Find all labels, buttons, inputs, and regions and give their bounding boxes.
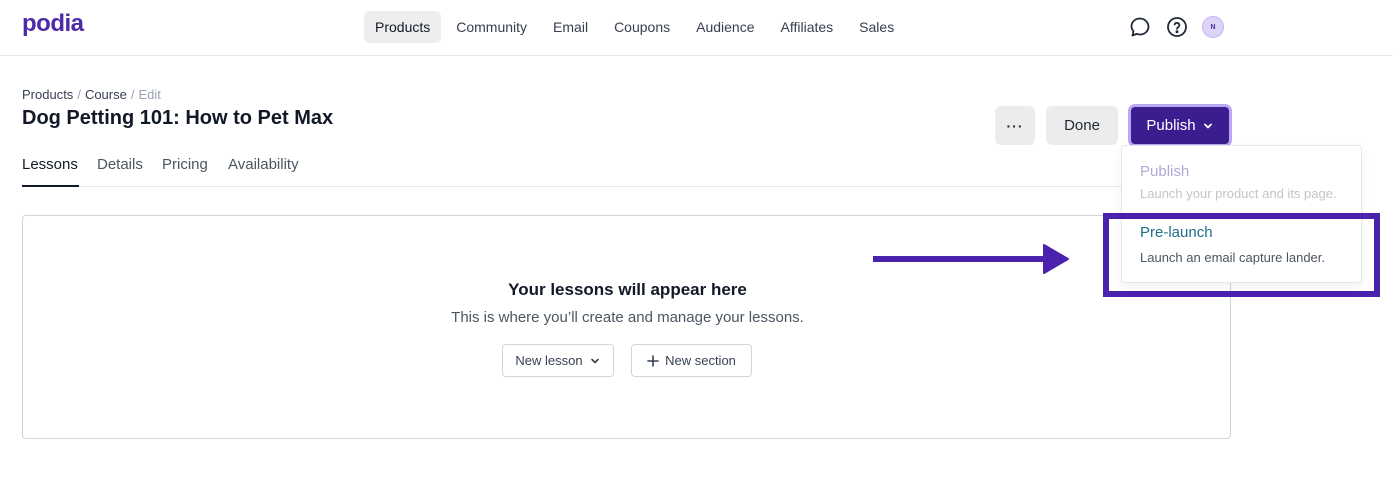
nav-affiliates[interactable]: Affiliates bbox=[770, 11, 845, 43]
publish-button-label: Publish bbox=[1146, 117, 1196, 134]
tab-bar: Lessons Details Pricing Availability bbox=[22, 154, 1122, 187]
nav-coupons[interactable]: Coupons bbox=[603, 11, 681, 43]
done-button[interactable]: Done bbox=[1046, 106, 1118, 145]
menu-item-publish: Publish Launch your product and its page… bbox=[1140, 163, 1337, 201]
new-section-label: New section bbox=[665, 353, 736, 368]
breadcrumb-edit: Edit bbox=[138, 87, 161, 102]
nav-products[interactable]: Products bbox=[364, 11, 442, 43]
tab-availability[interactable]: Availability bbox=[228, 156, 299, 173]
breadcrumb-products[interactable]: Products bbox=[22, 87, 73, 102]
podia-logo[interactable]: podia bbox=[22, 10, 84, 38]
help-icon[interactable] bbox=[1165, 15, 1189, 39]
nav-sales[interactable]: Sales bbox=[848, 11, 905, 43]
more-options-button[interactable]: ··· bbox=[995, 106, 1035, 145]
chevron-down-icon bbox=[1203, 123, 1212, 128]
nav-audience[interactable]: Audience bbox=[685, 11, 765, 43]
new-section-button[interactable]: New section bbox=[631, 344, 752, 377]
chevron-down-icon bbox=[590, 358, 599, 363]
avatar[interactable]: N bbox=[1202, 16, 1224, 38]
annotation-highlight-box bbox=[1103, 213, 1380, 297]
page-title: Dog Petting 101: How to Pet Max bbox=[22, 107, 334, 129]
main-nav: Products Community Email Coupons Audienc… bbox=[364, 11, 905, 43]
breadcrumb: Products / Course / Edit bbox=[22, 87, 161, 102]
nav-community[interactable]: Community bbox=[445, 11, 538, 43]
active-tab-indicator bbox=[22, 185, 79, 187]
breadcrumb-course[interactable]: Course bbox=[85, 87, 127, 102]
new-lesson-button[interactable]: New lesson bbox=[502, 344, 614, 377]
plus-icon bbox=[647, 354, 659, 367]
empty-state-title: Your lessons will appear here bbox=[508, 280, 747, 299]
tab-lessons[interactable]: Lessons bbox=[22, 156, 78, 173]
publish-button[interactable]: Publish bbox=[1128, 104, 1232, 147]
breadcrumb-separator: / bbox=[77, 87, 81, 102]
new-lesson-label: New lesson bbox=[515, 353, 583, 368]
top-navigation: podia Products Community Email Coupons A… bbox=[0, 0, 1393, 56]
menu-item-publish-title: Publish bbox=[1140, 163, 1190, 180]
menu-item-publish-description: Launch your product and its page. bbox=[1140, 186, 1337, 201]
breadcrumb-separator: / bbox=[130, 87, 135, 102]
tab-details[interactable]: Details bbox=[97, 156, 143, 173]
tab-pricing[interactable]: Pricing bbox=[162, 156, 208, 173]
nav-email[interactable]: Email bbox=[542, 11, 599, 43]
empty-state-subtitle: This is where you’ll create and manage y… bbox=[451, 309, 804, 326]
annotation-arrow-icon bbox=[873, 244, 1069, 274]
chat-icon[interactable] bbox=[1128, 15, 1152, 39]
